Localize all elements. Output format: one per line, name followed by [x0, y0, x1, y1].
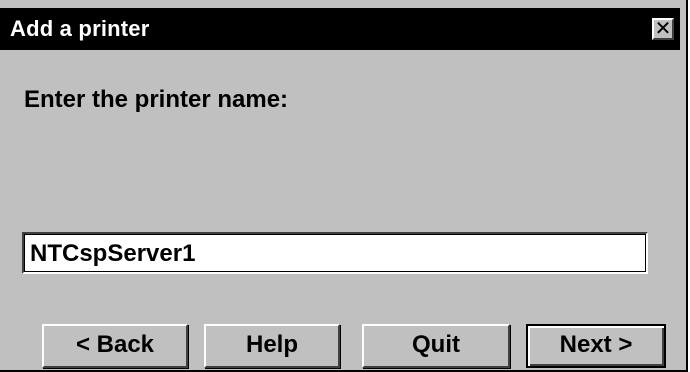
- quit-button[interactable]: Quit: [362, 324, 510, 368]
- help-button[interactable]: Help: [204, 324, 340, 368]
- back-button[interactable]: < Back: [42, 324, 188, 368]
- printer-name-input[interactable]: [22, 232, 648, 274]
- add-printer-dialog: Add a printer ✕ Enter the printer name: …: [0, 0, 688, 372]
- title-bar: Add a printer ✕: [0, 8, 680, 50]
- printer-name-prompt: Enter the printer name:: [24, 86, 289, 113]
- window-title: Add a printer: [10, 16, 150, 41]
- next-button[interactable]: Next >: [526, 324, 666, 368]
- close-icon[interactable]: ✕: [652, 18, 674, 40]
